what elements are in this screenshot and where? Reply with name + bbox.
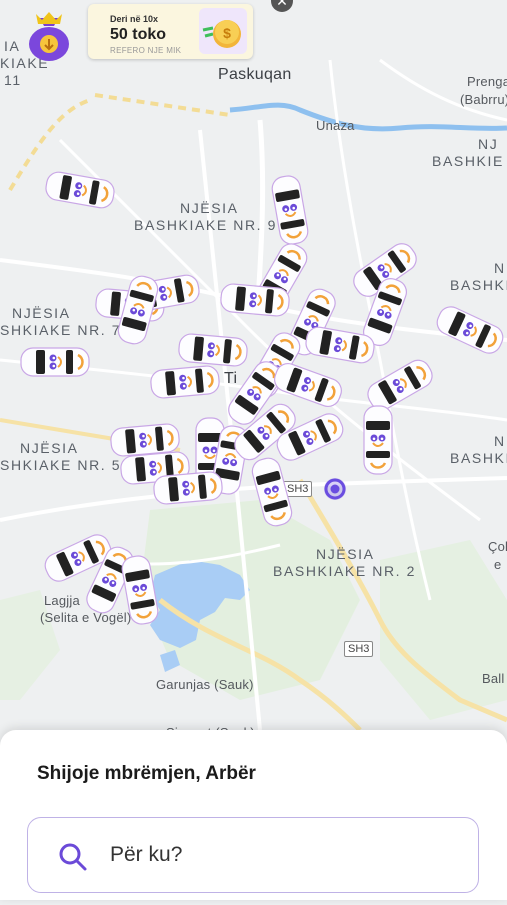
map-label-paskuqan: Paskuqan bbox=[218, 66, 292, 83]
road-shield-sh3-south: SH3 bbox=[344, 641, 374, 657]
map-label-nr9-2: BASHKIAKE NR. 9 bbox=[134, 217, 278, 233]
map-label-lagjja: Lagjja bbox=[44, 593, 80, 608]
search-icon bbox=[59, 843, 87, 871]
map-label-ball: Ball bbox=[482, 671, 505, 686]
bottom-sheet: Shijoje mbrëmjen, Arbër Për ku? bbox=[0, 730, 507, 900]
taxi-car-icon bbox=[219, 282, 291, 318]
map-label-right-n1: N bbox=[494, 260, 506, 276]
taxi-car-icon bbox=[149, 364, 221, 400]
promo-amount-text: 50 toko bbox=[110, 26, 167, 43]
promo-refer-text: REFERO NJE MIK bbox=[110, 46, 182, 55]
map-label-right-bashki2: BASHKI bbox=[450, 450, 507, 466]
taxi-car-icon bbox=[177, 332, 249, 368]
search-placeholder: Për ku? bbox=[110, 843, 183, 866]
promo-multiplier-text: Deri në 10x bbox=[110, 14, 159, 24]
map-label-prenga: Prenga bbox=[467, 74, 507, 89]
map-label-right-bashki1: BASHKI bbox=[450, 277, 507, 293]
taxi-car-icon bbox=[152, 470, 224, 506]
map-label-nr5-2: SHKIAKE NR. 5 bbox=[0, 457, 122, 473]
svg-text:$: $ bbox=[223, 25, 231, 41]
current-location-icon bbox=[324, 478, 346, 500]
destination-search-input[interactable]: Për ku? bbox=[27, 817, 479, 893]
map-label-nr7-1: NJËSIA bbox=[12, 305, 71, 321]
moneybag-icon[interactable] bbox=[22, 6, 76, 62]
map-label-right-bashkie: BASHKIE bbox=[432, 153, 504, 169]
referral-promo-banner[interactable]: Deri në 10x 50 toko REFERO NJE MIK $ bbox=[88, 4, 253, 59]
map-label-nr7-2: SHKIAKE NR. 7 bbox=[0, 322, 122, 338]
map-label-right-nj: NJ bbox=[478, 136, 499, 152]
map-label-nr2-1: NJËSIA bbox=[316, 546, 375, 562]
map-label-col: Çol bbox=[488, 539, 507, 554]
map-label-unaza: Unaza bbox=[316, 118, 355, 133]
map-label-nr2-2: BASHKIAKE NR. 2 bbox=[273, 563, 417, 579]
map-label-right-n2: N bbox=[494, 433, 506, 449]
map-label-ti: Ti bbox=[224, 370, 238, 387]
map-label-left-top-1: IA bbox=[4, 38, 21, 54]
map-label-garunjas: Garunjas (Sauk) bbox=[156, 677, 254, 692]
taxi-car-icon bbox=[363, 405, 393, 475]
coin-icon: $ bbox=[199, 8, 247, 54]
taxi-car-icon bbox=[20, 347, 90, 377]
greeting-title: Shijoje mbrëmjen, Arbër bbox=[37, 763, 256, 784]
map-label-nr9-1: NJËSIA bbox=[180, 200, 239, 216]
map-label-nr5-1: NJËSIA bbox=[20, 440, 79, 456]
map-label-e: e bbox=[494, 557, 502, 572]
map-label-left-top-3: 11 bbox=[4, 72, 22, 88]
map-label-babrru: (Babrru) bbox=[460, 92, 507, 107]
map-label-selita: (Selita e Vogël) bbox=[40, 610, 132, 625]
